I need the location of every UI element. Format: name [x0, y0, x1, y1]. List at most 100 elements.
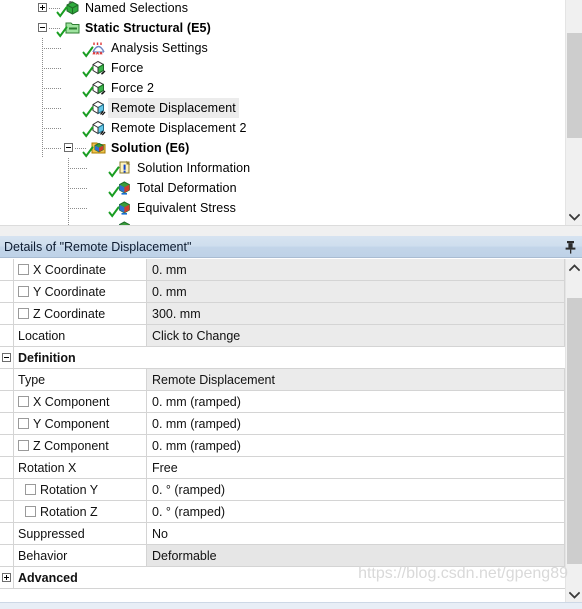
details-scroll-thumb[interactable] — [567, 298, 582, 564]
row-gutter[interactable] — [0, 567, 13, 588]
tree-item-label: Remote Displacement 2 — [111, 121, 247, 135]
status-check-icon — [82, 86, 94, 98]
tree-vertical-scrollbar[interactable] — [565, 0, 582, 225]
property-checkbox[interactable] — [18, 396, 29, 407]
pin-icon[interactable] — [562, 239, 578, 255]
property-value-label: 0. mm (ramped) — [152, 416, 241, 431]
tree-item-force-2[interactable]: Force 2 — [108, 78, 157, 98]
property-value-cell[interactable]: 0. mm (ramped) — [147, 391, 565, 412]
tree-item-named-selections[interactable]: Named Selections — [82, 0, 191, 18]
tree-item-remote-displacement[interactable]: Remote Displacement — [108, 98, 239, 118]
outline-tree-panel[interactable]: Named Selections Static Structural (E5) An… — [0, 0, 582, 225]
details-row[interactable]: Type Remote Displacement — [0, 369, 565, 391]
property-name-cell: Location — [13, 325, 147, 346]
property-checkbox[interactable] — [25, 484, 36, 495]
panel-splitter[interactable] — [0, 225, 582, 236]
property-name-cell: Suppressed — [13, 523, 147, 544]
property-value-cell[interactable]: Deformable — [147, 545, 565, 566]
property-name-cell: Y Component — [13, 413, 147, 434]
tree-item-solution-information[interactable]: Solution Information — [134, 158, 253, 178]
property-value-label: Click to Change — [152, 328, 241, 343]
property-value-cell[interactable]: No — [147, 523, 565, 544]
row-gutter — [0, 435, 13, 456]
property-checkbox[interactable] — [18, 418, 29, 429]
tree-item-analysis-settings[interactable]: Analysis Settings — [108, 38, 211, 58]
tree-item-label: Total Deformation — [137, 181, 237, 195]
row-gutter — [0, 479, 13, 500]
status-check-icon — [108, 166, 120, 178]
row-gutter[interactable] — [0, 347, 13, 368]
property-value-cell[interactable]: 300. mm — [147, 303, 565, 324]
property-checkbox[interactable] — [18, 308, 29, 319]
details-row[interactable]: Z Component 0. mm (ramped) — [0, 435, 565, 457]
section-expander-plus[interactable] — [1, 573, 11, 582]
property-value-cell[interactable]: 0. ° (ramped) — [147, 479, 565, 500]
tree-expander-minus[interactable] — [38, 23, 47, 32]
property-name-cell: X Coordinate — [13, 259, 147, 280]
property-value-cell[interactable]: 0. mm — [147, 281, 565, 302]
tree-connector-line — [68, 218, 69, 225]
details-grid[interactable]: X Coordinate 0. mm Y Coordinate 0. mm Z Coor… — [0, 259, 565, 589]
property-checkbox[interactable] — [18, 286, 29, 297]
property-value-cell[interactable] — [83, 347, 565, 368]
property-checkbox[interactable] — [18, 440, 29, 451]
property-value-label: Remote Displacement — [152, 372, 275, 387]
property-checkbox[interactable] — [18, 264, 29, 275]
property-name-cell: Z Coordinate — [13, 303, 147, 324]
details-row[interactable]: Suppressed No — [0, 523, 565, 545]
tree-item-solution-e6[interactable]: Solution (E6) — [108, 138, 192, 158]
details-row[interactable]: X Component 0. mm (ramped) — [0, 391, 565, 413]
property-value-cell[interactable]: 0. mm (ramped) — [147, 413, 565, 434]
details-row[interactable]: Rotation X Free — [0, 457, 565, 479]
details-row[interactable]: X Coordinate 0. mm — [0, 259, 565, 281]
details-row[interactable]: Behavior Deformable — [0, 545, 565, 567]
property-name-cell: Rotation Y — [13, 479, 147, 500]
status-check-icon — [56, 6, 68, 18]
property-name-label: Suppressed — [18, 526, 85, 541]
property-name-label: Y Component — [33, 416, 110, 431]
property-value-cell[interactable]: Click to Change — [147, 325, 565, 346]
tree-item-static-structural-e5[interactable]: Static Structural (E5) — [82, 18, 214, 38]
details-grid-wrapper[interactable]: X Coordinate 0. mm Y Coordinate 0. mm Z Coor… — [0, 259, 582, 603]
tree-expander-minus[interactable] — [64, 143, 73, 152]
chevron-down-icon[interactable] — [566, 208, 582, 225]
chevron-down-icon[interactable] — [566, 586, 582, 603]
details-vertical-scrollbar[interactable] — [565, 259, 582, 603]
tree-item-total-deformation[interactable]: Total Deformation — [134, 178, 240, 198]
details-row[interactable]: Z Coordinate 300. mm — [0, 303, 565, 325]
property-name-label: Behavior — [18, 548, 68, 563]
property-name-label: Advanced — [18, 570, 78, 585]
property-name-cell: Z Component — [13, 435, 147, 456]
tree-connector-line — [42, 148, 62, 149]
tree-connector-line — [68, 188, 88, 189]
row-gutter — [0, 259, 13, 280]
property-name-label: Y Coordinate — [33, 284, 106, 299]
property-value-cell[interactable]: 0. mm (ramped) — [147, 435, 565, 456]
tree-item-label: Named Selections — [85, 1, 189, 15]
details-row[interactable]: Y Coordinate 0. mm — [0, 281, 565, 303]
tree-item-force[interactable]: Force — [108, 58, 146, 78]
tree-canvas[interactable]: Named Selections Static Structural (E5) An… — [0, 0, 556, 225]
details-row[interactable]: Location Click to Change — [0, 325, 565, 347]
details-row[interactable]: Y Component 0. mm (ramped) — [0, 413, 565, 435]
chevron-up-icon[interactable] — [566, 259, 582, 276]
property-checkbox[interactable] — [25, 506, 36, 517]
property-value-cell[interactable]: Remote Displacement — [147, 369, 565, 390]
section-expander-minus[interactable] — [1, 353, 11, 362]
property-value-label: 0. ° (ramped) — [152, 504, 226, 519]
row-gutter — [0, 391, 13, 412]
tree-scroll-thumb[interactable] — [567, 33, 582, 138]
property-value-cell[interactable]: Free — [147, 457, 565, 478]
status-check-icon — [82, 46, 94, 58]
details-row[interactable]: Rotation Y 0. ° (ramped) — [0, 479, 565, 501]
property-name-cell: Type — [13, 369, 147, 390]
details-row[interactable]: Rotation Z 0. ° (ramped) — [0, 501, 565, 523]
tree-expander-plus[interactable] — [38, 3, 47, 12]
tree-item-equivalent-stress[interactable]: Equivalent Stress — [134, 198, 239, 218]
property-value-cell[interactable]: 0. ° (ramped) — [147, 501, 565, 522]
tree-item-remote-displacement-2[interactable]: Remote Displacement 2 — [108, 118, 250, 138]
details-row[interactable]: Advanced — [0, 567, 565, 589]
property-value-cell[interactable]: 0. mm — [147, 259, 565, 280]
details-row[interactable]: Definition — [0, 347, 565, 369]
property-value-cell[interactable] — [85, 567, 565, 588]
